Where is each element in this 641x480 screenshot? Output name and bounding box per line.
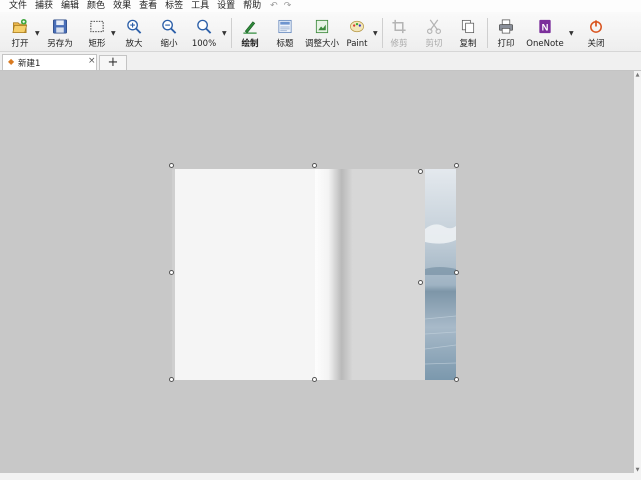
onenote-button[interactable]: N OneNote <box>525 14 565 50</box>
chevron-down-icon[interactable]: ▼ <box>222 30 227 37</box>
zoom-level-button[interactable]: 100% <box>190 14 218 50</box>
menu-effects[interactable]: 效果 <box>108 0 134 12</box>
resize-handle-bottom-right[interactable] <box>454 377 459 382</box>
inner-object-handle-top[interactable] <box>418 169 423 174</box>
pen-draw-icon <box>243 21 257 34</box>
menu-tags[interactable]: 标签 <box>160 0 186 12</box>
svg-text:N: N <box>542 22 549 33</box>
crop-icon <box>392 19 406 34</box>
menu-view[interactable]: 查看 <box>134 0 160 12</box>
zoom-in-button[interactable]: 放大 <box>121 14 147 50</box>
power-icon <box>590 20 602 33</box>
captured-image[interactable] <box>169 163 459 382</box>
screenshot-content <box>172 169 457 380</box>
modified-indicator-icon: ◆ <box>8 57 15 66</box>
resize-handle-top-left[interactable] <box>169 163 174 168</box>
tab-bar: ◆ 新建1 × + <box>0 52 641 71</box>
scissors-icon <box>427 19 441 34</box>
resize-handle-bottom-left[interactable] <box>169 377 174 382</box>
close-tab-icon[interactable]: × <box>88 56 96 66</box>
close-button[interactable]: 关闭 <box>583 14 609 50</box>
zoom-out-icon <box>162 19 177 34</box>
chevron-down-icon[interactable]: ▼ <box>373 30 378 37</box>
menu-settings[interactable]: 设置 <box>212 0 238 12</box>
scroll-up-icon[interactable]: ▲ <box>634 72 641 78</box>
paint-button[interactable]: Paint <box>344 14 370 50</box>
paint-palette-icon <box>350 20 364 33</box>
zoom-actual-size-icon <box>197 19 212 34</box>
scroll-down-icon[interactable]: ▼ <box>634 467 641 473</box>
title-button[interactable]: 标题 <box>272 14 298 50</box>
vertical-scrollbar[interactable]: ▲ ▼ <box>634 71 641 480</box>
menu-capture[interactable]: 捕获 <box>30 0 56 12</box>
zoom-out-button[interactable]: 缩小 <box>156 14 182 50</box>
toolbar-separator <box>487 18 488 48</box>
resize-handle-right[interactable] <box>454 270 459 275</box>
menu-tools[interactable]: 工具 <box>186 0 212 12</box>
crop-button[interactable]: 修剪 <box>386 14 412 50</box>
chevron-down-icon[interactable]: ▼ <box>35 30 40 37</box>
toolbar-separator <box>231 18 232 48</box>
copy-icon <box>461 19 475 34</box>
resize-button[interactable]: 调整大小 <box>302 14 342 50</box>
resize-handle-left[interactable] <box>169 270 174 275</box>
zoom-in-icon <box>127 19 142 34</box>
toolbar-separator <box>382 18 383 48</box>
save-disk-icon <box>53 19 67 34</box>
resize-image-icon <box>315 19 329 34</box>
menu-bar: 文件 捕获 编辑 颜色 效果 查看 标签 工具 设置 帮助 ↶ ↷ <box>0 0 641 12</box>
onenote-icon: N <box>539 19 551 33</box>
draw-button[interactable]: 绘制 <box>236 14 264 50</box>
cut-button[interactable]: 剪切 <box>421 14 447 50</box>
menu-edit[interactable]: 编辑 <box>56 0 82 12</box>
print-button[interactable]: 打印 <box>493 14 519 50</box>
tab-new1[interactable]: ◆ 新建1 × <box>2 54 97 70</box>
inner-object-handle-middle[interactable] <box>418 280 423 285</box>
undo-icon[interactable]: ↶ <box>270 0 278 12</box>
title-icon <box>278 19 292 34</box>
rectangle-select-button[interactable]: 矩形 <box>84 14 110 50</box>
copy-button[interactable]: 复制 <box>455 14 481 50</box>
open-button[interactable]: 打开 <box>6 14 34 50</box>
toolbar: 打开 ▼ 另存为 矩形 ▼ 放大 缩小 100% ▼ 绘制 标题 调整大小 Pa… <box>0 12 641 52</box>
redo-icon[interactable]: ↷ <box>284 0 292 12</box>
save-as-button[interactable]: 另存为 <box>44 14 76 50</box>
tab-title: 新建1 <box>18 59 41 69</box>
menu-color[interactable]: 颜色 <box>82 0 108 12</box>
resize-handle-top-right[interactable] <box>454 163 459 168</box>
chevron-down-icon[interactable]: ▼ <box>111 30 116 37</box>
horizontal-scrollbar[interactable] <box>0 473 634 480</box>
menu-file[interactable]: 文件 <box>0 0 30 12</box>
resize-handle-top[interactable] <box>312 163 317 168</box>
menu-help[interactable]: 帮助 <box>238 0 264 12</box>
resize-handle-bottom[interactable] <box>312 377 317 382</box>
printer-icon <box>499 19 513 34</box>
chevron-down-icon[interactable]: ▼ <box>569 30 574 37</box>
open-folder-icon <box>12 18 28 34</box>
add-tab-button[interactable]: + <box>99 55 127 70</box>
rectangle-select-icon <box>90 20 104 33</box>
